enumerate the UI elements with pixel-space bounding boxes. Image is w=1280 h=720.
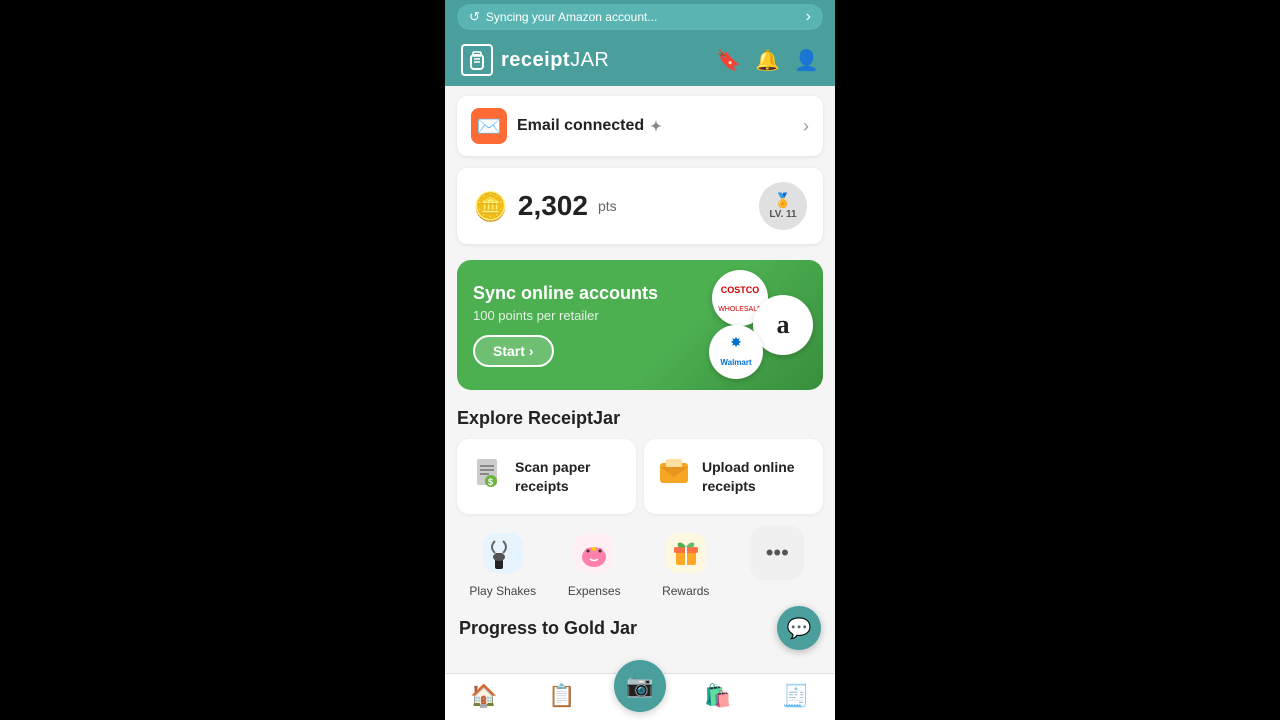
points-value: 2,302 — [518, 190, 588, 222]
logo-area: receiptJAR — [461, 44, 609, 76]
scan-camera-icon: 📷 — [626, 673, 653, 699]
level-text: LV. 11 — [769, 209, 796, 220]
more-item[interactable]: ••• — [732, 526, 824, 598]
email-left: ✉️ Email connected ✦ — [471, 108, 662, 144]
quick-actions-row: Play Shakes Expenses — [457, 522, 823, 606]
bell-icon[interactable]: 🔔 — [755, 48, 780, 73]
level-icon: 🏅 — [774, 192, 791, 209]
sync-chevron: › — [806, 8, 811, 26]
rewards-label: Rewards — [662, 584, 709, 598]
nav-shop[interactable]: 🛍️ — [679, 683, 757, 709]
upload-receipts-card[interactable]: Upload online receipts — [644, 439, 823, 514]
nav-home[interactable]: 🏠 — [445, 683, 523, 709]
expenses-item[interactable]: Expenses — [549, 526, 641, 598]
explore-top-row: $ Scan paper receipts Upload online rece… — [457, 439, 823, 514]
email-chevron-icon: › — [803, 116, 809, 137]
expenses-label: Expenses — [568, 584, 621, 598]
receipts-icon: 📋 — [548, 683, 575, 709]
history-icon: 🧾 — [782, 683, 809, 709]
user-icon[interactable]: 👤 — [794, 48, 819, 73]
bottom-nav: 🏠 📋 📷 🛍️ 🧾 — [445, 673, 835, 720]
walmart-logo: ✸ Walmart — [709, 325, 763, 379]
logo-text: receiptJAR — [501, 49, 609, 72]
expenses-icon — [567, 526, 621, 580]
sync-subtitle: 100 points per retailer — [473, 308, 673, 323]
nav-scan[interactable]: 📷 — [601, 680, 679, 712]
play-shakes-label: Play Shakes — [469, 584, 536, 598]
explore-title: Explore ReceiptJar — [457, 408, 823, 429]
nav-history[interactable]: 🧾 — [757, 683, 835, 709]
points-card: 🪙 2,302 pts 🏅 LV. 11 — [457, 168, 823, 244]
bookmark-icon[interactable]: 🔖 — [716, 48, 741, 73]
top-bar: ↺ Syncing your Amazon account... › — [445, 0, 835, 34]
sync-icon: ↺ — [469, 9, 480, 25]
scan-icon: $ — [469, 455, 505, 498]
phone-container: ↺ Syncing your Amazon account... › recei… — [445, 0, 835, 720]
points-left: 🪙 2,302 pts — [473, 190, 617, 223]
sync-accounts-card: Sync online accounts 100 points per reta… — [457, 260, 823, 390]
scan-receipts-card[interactable]: $ Scan paper receipts — [457, 439, 636, 514]
header-icons: 🔖 🔔 👤 — [716, 48, 819, 73]
home-icon: 🏠 — [470, 683, 497, 709]
sync-title: Sync online accounts — [473, 283, 673, 304]
retailers-container: COSTCO WHOLESALE a ✸ Walmart — [703, 270, 813, 380]
upload-label: Upload online receipts — [702, 458, 811, 494]
start-label: Start — [493, 343, 525, 359]
scan-button[interactable]: 📷 — [614, 660, 666, 712]
scan-label: Scan paper receipts — [515, 458, 624, 494]
upload-icon — [656, 455, 692, 498]
coins-icon: 🪙 — [473, 190, 508, 223]
shop-icon: 🛍️ — [704, 683, 731, 709]
start-button[interactable]: Start › — [473, 335, 554, 367]
sync-banner[interactable]: ↺ Syncing your Amazon account... › — [457, 4, 823, 30]
start-chevron-icon: › — [529, 343, 534, 359]
play-shakes-icon — [476, 526, 530, 580]
chat-fab-button[interactable]: 💬 — [777, 606, 821, 650]
sync-banner-text: Syncing your Amazon account... — [486, 10, 800, 24]
rewards-icon — [659, 526, 713, 580]
chat-icon: 💬 — [787, 616, 812, 641]
header: receiptJAR 🔖 🔔 👤 — [445, 34, 835, 86]
more-icon: ••• — [750, 526, 804, 580]
nav-receipts[interactable]: 📋 — [523, 683, 601, 709]
rewards-item[interactable]: Rewards — [640, 526, 732, 598]
jar-icon — [461, 44, 493, 76]
email-connected-card[interactable]: ✉️ Email connected ✦ › — [457, 96, 823, 156]
email-connected-label: Email connected — [517, 117, 644, 135]
svg-text:$: $ — [488, 477, 493, 487]
explore-section: Explore ReceiptJar $ Scan paper receipts — [445, 398, 835, 612]
level-badge: 🏅 LV. 11 — [759, 182, 807, 230]
play-shakes-item[interactable]: Play Shakes — [457, 526, 549, 598]
points-label: pts — [598, 198, 617, 214]
email-connected-text: Email connected ✦ — [517, 117, 662, 135]
sparkle-icon: ✦ — [650, 118, 662, 135]
email-icon: ✉️ — [471, 108, 507, 144]
